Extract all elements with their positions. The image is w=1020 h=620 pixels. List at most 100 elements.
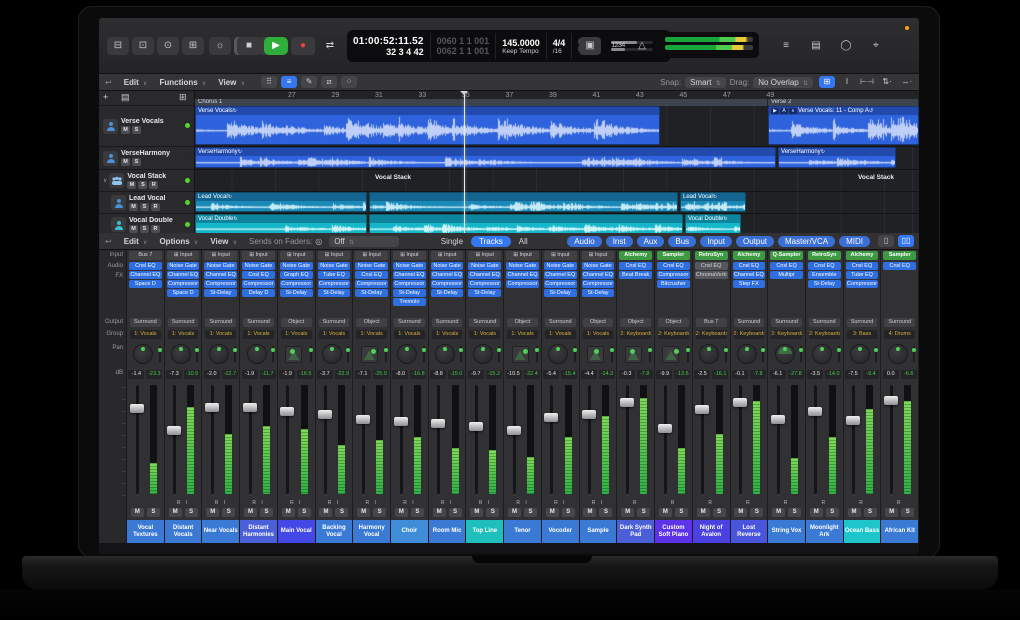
fader-cap[interactable] [318, 410, 332, 419]
fader-cap[interactable] [695, 405, 709, 414]
mute-button[interactable]: M [885, 508, 898, 517]
fx-slot[interactable]: Cnsl EQ [733, 262, 766, 270]
fader-db-value[interactable]: -2.0 [204, 370, 220, 379]
fx-slot[interactable]: Multipr [770, 271, 803, 279]
pan-knob[interactable] [171, 344, 191, 364]
fx-slot[interactable]: Bitcrusher [657, 280, 690, 288]
group-slot[interactable]: 1: Vocals [130, 330, 161, 339]
group-slot[interactable]: 3: Bass [847, 330, 878, 339]
fader-db-value[interactable]: -3.7 [317, 370, 333, 379]
group-slot[interactable]: 1: Vocals [168, 330, 199, 339]
fader-cap[interactable] [394, 417, 408, 426]
solo-button[interactable]: S [826, 508, 839, 517]
pan-mini-slider[interactable] [875, 346, 877, 362]
mute-button[interactable]: M [357, 508, 370, 517]
fader-db-value[interactable]: -1.9 [279, 370, 295, 379]
mute-button[interactable]: M [848, 508, 861, 517]
track-options-button[interactable]: ⊞ [179, 92, 187, 103]
fx-slot[interactable]: Noise Gate [431, 262, 464, 270]
pan-knob[interactable] [737, 344, 757, 364]
object-pan-pad[interactable] [285, 346, 302, 363]
sends-select[interactable]: Off ⇅ [329, 236, 399, 247]
peak-db-value[interactable]: -15.2 [486, 370, 502, 379]
fx-slot[interactable]: Compressor [318, 280, 351, 288]
input-slot[interactable]: ⊞ Input [506, 251, 539, 260]
tracks-menu-edit[interactable]: Edit ∨ [124, 78, 148, 87]
channel-name[interactable]: Distant Vocals [165, 520, 202, 543]
pan-knob[interactable] [699, 344, 719, 364]
back-icon[interactable]: ↩ [105, 78, 112, 87]
filter-midi[interactable]: MIDI [839, 236, 870, 247]
fader-db-value[interactable]: -2.5 [694, 370, 710, 379]
fx-slot[interactable]: Compressor [242, 280, 275, 288]
peak-db-value[interactable]: -7.8 [637, 370, 653, 379]
output-slot[interactable]: Surround [884, 318, 915, 327]
record-button[interactable]: ● [291, 37, 315, 55]
pan-mini-slider[interactable] [272, 346, 274, 362]
filter-mastervca[interactable]: Master/VCA [778, 236, 835, 247]
pan-mini-slider[interactable] [196, 346, 198, 362]
fx-slot[interactable]: Space D [129, 280, 162, 288]
peak-db-value[interactable]: -13.6 [674, 370, 690, 379]
track-sort-button[interactable]: ▤ [121, 92, 130, 103]
mute-button[interactable]: M [121, 158, 130, 166]
fx-slot[interactable]: Channel EQ [733, 271, 766, 279]
group-slot[interactable]: 1: Vocals [432, 330, 463, 339]
channel-name[interactable]: Night of Avalon [693, 520, 730, 543]
library-icon[interactable]: ☼ [209, 37, 231, 55]
output-slot[interactable]: Surround [734, 318, 765, 327]
fx-slot[interactable]: Channel EQ [544, 271, 577, 279]
solo-button[interactable]: S [864, 508, 877, 517]
fx-slot[interactable]: Compressor [506, 280, 539, 288]
record-enable-button[interactable]: R [151, 225, 160, 233]
audio-region[interactable]: Vocal Double ↻ [685, 214, 741, 234]
output-slot[interactable]: Object [583, 318, 614, 327]
pan-mini-slider[interactable] [385, 346, 387, 362]
fader-db-value[interactable]: -1.4 [128, 370, 144, 379]
mute-button[interactable]: M [169, 508, 182, 517]
fader-cap[interactable] [280, 407, 294, 416]
fx-slot[interactable]: Ensemble [808, 271, 841, 279]
solo-button[interactable]: S [599, 508, 612, 517]
tracks-menu-functions[interactable]: Functions ∨ [159, 78, 206, 87]
peak-db-value[interactable]: -16.1 [712, 370, 728, 379]
channel-name[interactable]: Custom Soft Piano [655, 520, 692, 543]
channel-name[interactable]: Harmony Vocal [353, 520, 390, 543]
mute-button[interactable]: M [282, 508, 295, 517]
channel-name[interactable]: Tenor [504, 520, 541, 543]
peak-db-value[interactable]: -14.3 [599, 370, 615, 379]
mute-button[interactable]: M [621, 508, 634, 517]
group-slot[interactable]: 1: Vocals [545, 330, 576, 339]
output-slot[interactable]: Surround [243, 318, 274, 327]
crossfade-icon[interactable]: ⧄ [321, 76, 337, 88]
fx-slot[interactable]: Noise Gate [393, 262, 426, 270]
mute-button[interactable]: M [433, 508, 446, 517]
audio-region[interactable]: Lead Vocal ↻ [680, 192, 746, 212]
channel-name[interactable]: Moonlight Ark [806, 520, 843, 543]
pan-knob[interactable] [209, 344, 229, 364]
fader-cap[interactable] [771, 415, 785, 424]
pan-mini-slider[interactable] [611, 346, 613, 362]
fx-slot[interactable]: Compressor [167, 280, 200, 288]
catch-playhead-icon[interactable]: Ι [839, 76, 855, 88]
solo-button[interactable]: S [132, 158, 141, 166]
peak-db-value[interactable]: -23.3 [146, 370, 162, 379]
output-slot[interactable]: Object [658, 318, 689, 327]
fx-slot[interactable]: St-Delay [318, 289, 351, 297]
fx-slot[interactable]: Compressor [544, 280, 577, 288]
fx-slot[interactable]: Compressor [846, 280, 879, 288]
list-editors-icon[interactable]: ≡ [775, 37, 797, 55]
channel-name[interactable]: Distant Harmonies [240, 520, 277, 543]
fx-slot[interactable]: St-Delay [544, 289, 577, 297]
pan-knob[interactable] [397, 344, 417, 364]
channel-name[interactable]: African Kit [881, 520, 918, 543]
stop-button[interactable]: ■ [237, 37, 261, 55]
fx-slot[interactable]: Cnsl EQ [846, 262, 879, 270]
fader-cap[interactable] [356, 415, 370, 424]
channel-name[interactable]: Choir [391, 520, 428, 543]
mute-button[interactable]: M [121, 126, 130, 134]
peak-db-value[interactable]: -22.4 [524, 370, 540, 379]
fader-db-value[interactable]: -3.5 [807, 370, 823, 379]
mixer-menu-view[interactable]: View ∨ [210, 237, 237, 246]
fx-slot[interactable]: Channel EQ [393, 271, 426, 279]
